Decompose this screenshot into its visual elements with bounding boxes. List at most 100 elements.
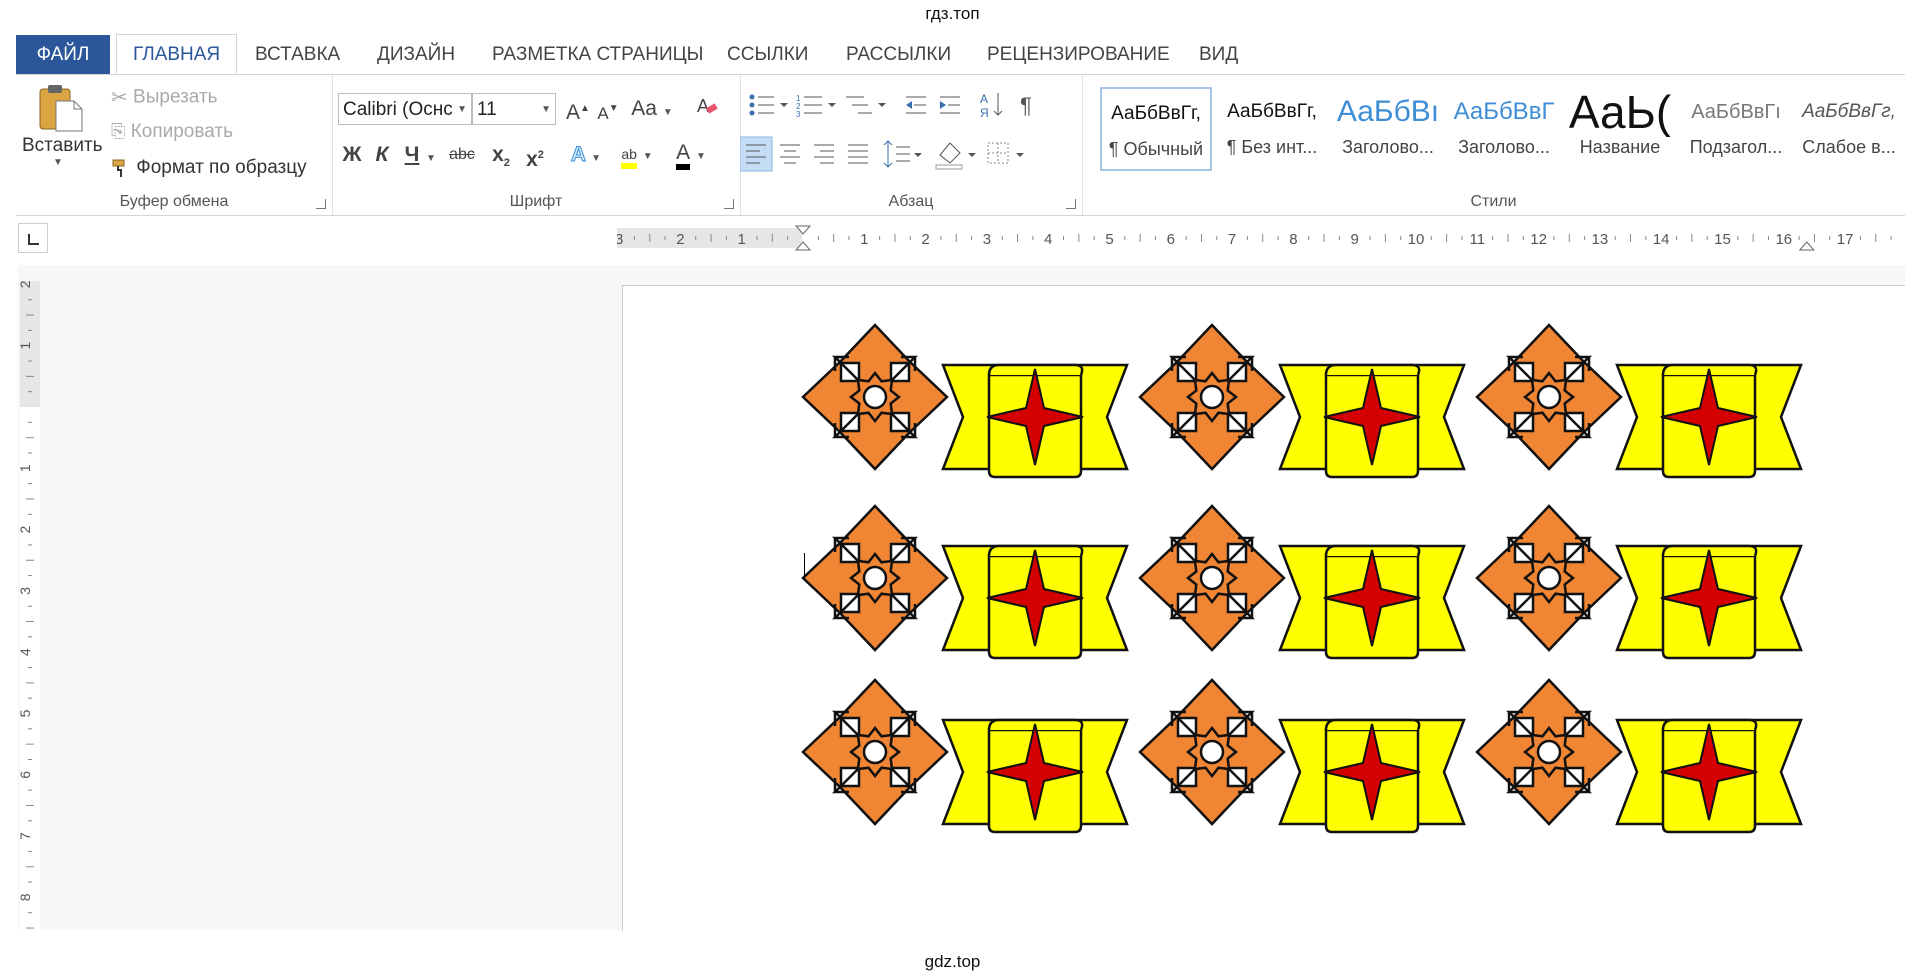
font-size-select[interactable]: 11 ▼: [472, 93, 556, 125]
bullets-icon[interactable]: [749, 94, 788, 116]
ruler-label: 1: [860, 231, 868, 248]
copy-button[interactable]: ⎘ Копировать: [111, 121, 233, 143]
center-circle-shape: [862, 384, 888, 410]
tab-mailings[interactable]: РАССЫЛКИ: [830, 35, 967, 75]
justify-icon[interactable]: [848, 144, 868, 164]
underline-button[interactable]: Ч: [400, 140, 424, 170]
style-heading-1[interactable]: АаБбВı Заголово...: [1332, 87, 1444, 171]
cut-button[interactable]: ✂ Вырезать: [111, 85, 218, 110]
change-case-icon: Aa: [631, 97, 657, 120]
group-label-font: Шрифт: [509, 193, 563, 210]
subscript-button[interactable]: x2: [486, 140, 516, 170]
vertical-ruler-scale: 2 1 1 2 3 4 5 6 7 8: [17, 280, 40, 930]
ruler-label: 3: [617, 231, 623, 248]
tab-file[interactable]: ФАЙЛ: [16, 35, 110, 75]
italic-button[interactable]: К: [370, 140, 394, 170]
increase-indent-icon[interactable]: [940, 96, 960, 114]
style-preview: АаБбВвГг,: [1802, 101, 1896, 122]
horizontal-ruler[interactable]: 3 2 1 1 2 3 4 5 6 7 8 9 10 11 12 13 14 15 16 17: [615, 222, 1905, 254]
style-preview: АаБбВı: [1336, 95, 1440, 128]
shading-icon[interactable]: [935, 142, 976, 170]
pilcrow-icon[interactable]: ¶: [1020, 93, 1032, 118]
style-name: Заголово...: [1342, 137, 1434, 157]
sort-icon[interactable]: A Я: [980, 92, 1003, 120]
grow-font-button[interactable]: A▲: [566, 94, 590, 124]
vertical-ruler[interactable]: 2 1 1 2 3 4 5 6 7 8: [17, 280, 44, 930]
font-family-select[interactable]: Calibri (Оснс ▼: [338, 93, 472, 125]
align-center-icon[interactable]: [780, 144, 800, 164]
ornament-unit: [1138, 678, 1466, 834]
bold-button[interactable]: Ж: [340, 140, 364, 170]
ruler-label: 14: [1653, 231, 1670, 248]
strikethrough-button[interactable]: abc: [444, 140, 480, 170]
style-name: Подзагол...: [1689, 137, 1783, 157]
font-color-button[interactable]: A ▼: [668, 138, 714, 170]
style-preview: АаЬ(: [1568, 87, 1672, 137]
ornament-pattern: [801, 323, 1803, 834]
ruler-body: [617, 228, 1905, 248]
ruler-label: 12: [1530, 231, 1547, 248]
paragraph-launcher-icon[interactable]: [1066, 199, 1076, 209]
tab-design[interactable]: ДИЗАЙН: [361, 35, 471, 75]
format-painter-label: Формат по образцу: [136, 157, 307, 178]
eraser-icon: A: [697, 96, 718, 116]
tab-references[interactable]: ССЫЛКИ: [711, 35, 824, 75]
font-launcher-icon[interactable]: [724, 199, 734, 209]
ornament-unit: [1475, 504, 1803, 660]
style-name: Заголово...: [1458, 137, 1550, 157]
ruler-label: 4: [1044, 231, 1052, 248]
ruler-label: 15: [1714, 231, 1731, 248]
align-left-button[interactable]: [740, 136, 773, 172]
ribbon-home: Вставить ▼ ✂ Вырезать ⎘ Копировать Форма…: [16, 74, 1905, 216]
style-no-spacing[interactable]: АаБбВвГг, ¶ Без инт...: [1216, 87, 1328, 171]
group-label-clipboard: Буфер обмена: [119, 193, 229, 210]
clear-formatting-button[interactable]: A: [694, 94, 720, 124]
style-subtle-emphasis[interactable]: АаБбВвГг, Слабое в...: [1796, 87, 1902, 171]
text-effects-button[interactable]: A ▼: [566, 140, 606, 170]
ruler-label: 4: [18, 648, 33, 656]
ruler-label: 3: [983, 231, 991, 248]
superscript-button[interactable]: x2: [520, 140, 550, 171]
chevron-down-icon: ▼: [457, 104, 467, 115]
underline-dropdown[interactable]: ▼: [424, 140, 438, 170]
center-circle-shape: [1199, 739, 1225, 765]
superscript-mark: 2: [537, 149, 544, 161]
ruler-label: 7: [1228, 231, 1236, 248]
multilevel-list-icon[interactable]: [846, 96, 886, 114]
paste-button[interactable]: Вставить ▼: [22, 83, 103, 168]
tab-review[interactable]: РЕЦЕНЗИРОВАНИЕ: [971, 35, 1186, 75]
center-circle-shape: [1536, 565, 1562, 591]
style-subtitle[interactable]: АаБбВвГı Подзагол...: [1680, 87, 1792, 171]
ruler-label: 1: [18, 464, 33, 472]
line-spacing-icon[interactable]: [883, 140, 922, 168]
tab-page-layout[interactable]: РАЗМЕТКА СТРАНИЦЫ: [476, 35, 720, 75]
ornament-unit: [801, 504, 1129, 660]
clipboard-icon: [39, 85, 83, 132]
tab-view[interactable]: ВИД: [1183, 35, 1254, 75]
tab-insert[interactable]: ВСТАВКА: [239, 35, 356, 75]
paintbrush-icon: [112, 159, 125, 177]
tab-selector-button[interactable]: [18, 223, 48, 253]
tab-home[interactable]: ГЛАВНАЯ: [116, 34, 238, 75]
format-painter-button[interactable]: Формат по образцу: [111, 157, 307, 179]
document-page[interactable]: [622, 285, 1905, 931]
numbering-icon[interactable]: 1 2 3: [796, 94, 836, 119]
highlight-button[interactable]: ab ▼: [614, 138, 660, 169]
align-right-icon[interactable]: [814, 144, 834, 164]
style-normal[interactable]: АаБбВвГг, ¶ Обычный: [1100, 87, 1212, 171]
group-clipboard: Вставить ▼ ✂ Вырезать ⎘ Копировать Форма…: [16, 75, 333, 215]
decrease-indent-icon[interactable]: [906, 96, 926, 114]
clipboard-launcher-icon[interactable]: [316, 199, 326, 209]
change-case-button[interactable]: Aa ▼: [630, 94, 674, 124]
style-heading-2[interactable]: АаБбВвГ Заголово...: [1448, 87, 1560, 171]
superscript-icon: x: [526, 148, 538, 171]
svg-text:Я: Я: [980, 106, 989, 120]
group-styles: АаБбВвГг, ¶ Обычный АаБбВвГг, ¶ Без инт.…: [1082, 75, 1905, 215]
borders-icon[interactable]: [987, 142, 1024, 164]
watermark-top: гдз.топ: [925, 4, 980, 23]
shrink-font-button[interactable]: A▼: [596, 94, 620, 124]
center-circle-shape: [862, 739, 888, 765]
style-title[interactable]: АаЬ( Название: [1564, 87, 1676, 171]
paste-dropdown-icon: ▼: [53, 157, 63, 168]
watermark-bottom: gdz.top: [924, 952, 981, 971]
